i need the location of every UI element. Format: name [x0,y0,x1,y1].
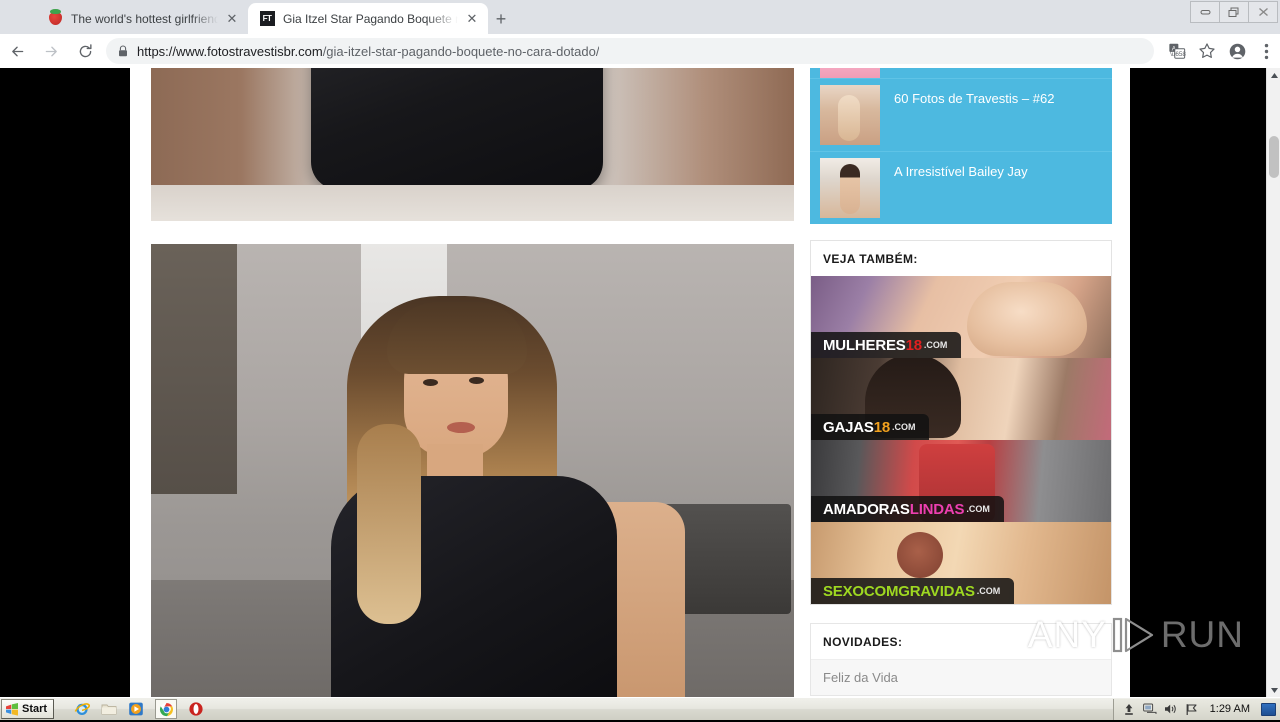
list-item-label: 60 Fotos de Travestis – #62 [880,79,1112,107]
forward-button[interactable] [34,34,68,68]
ft-site-icon: FT [259,11,275,27]
reload-button[interactable] [68,34,102,68]
article-photo-2[interactable] [151,244,794,697]
ad-label-part1: AMADORAS [823,501,910,518]
system-tray: 1:29 AM [1113,699,1280,720]
scrollbar-up-arrow[interactable] [1267,68,1280,82]
translate-icon[interactable]: A \u6587 [1162,34,1192,68]
tab-close-button[interactable]: ✕ [464,11,480,27]
start-button[interactable]: Start [1,699,54,719]
ad-banner-amadoraslindas[interactable]: AMADORASLINDAS.COM [811,440,1111,522]
browser-toolbar: https://www.fotostravestisbr.com/gia-itz… [0,34,1280,68]
veja-tambem-heading: VEJA TAMBÉM: [811,241,1111,276]
ad-label-part2: GRAVIDAS [898,583,974,600]
address-bar[interactable]: https://www.fotostravestisbr.com/gia-itz… [106,38,1154,64]
bookmark-star-icon[interactable] [1192,34,1222,68]
svg-text:\u6587: \u6587 [1170,51,1186,58]
ad-label: SEXOCOMGRAVIDAS.COM [811,578,1014,604]
page-viewport: 60 Fotos de Travestis – #62 A Irresistív… [0,68,1266,697]
novidades-widget: NOVIDADES: Feliz da Vida [810,623,1112,696]
ad-label-part1: SEXOCOM [823,583,898,600]
ad-banner-mulheres18[interactable]: MULHERES18.COM [811,276,1111,358]
profile-avatar-icon[interactable] [1222,34,1252,68]
taskbar: Start [0,697,1280,720]
article-photo-1[interactable] [151,68,794,221]
lock-icon [118,45,128,57]
list-item[interactable]: Feliz da Vida [811,659,1111,695]
ad-label-part1: MULHERES [823,337,906,354]
page-content: 60 Fotos de Travestis – #62 A Irresistív… [130,68,1130,697]
page-scrollbar[interactable] [1266,68,1280,697]
taskbar-clock[interactable]: 1:29 AM [1206,703,1254,715]
strawberry-icon [47,11,63,27]
browser-window: The world's hottest girlfriend porn on ✕… [0,0,1280,697]
url-domain: https://www.fotostravestisbr.com [137,44,323,59]
url-path: /gia-itzel-star-pagando-boquete-no-cara-… [323,44,600,59]
scrollbar-down-arrow[interactable] [1267,683,1280,697]
ad-label-suffix: .COM [977,586,1001,596]
media-player-icon[interactable] [128,701,144,717]
ad-banner-sexocomgravidas[interactable]: SEXOCOMGRAVIDAS.COM [811,522,1111,604]
article-photo-column [151,68,794,697]
scrollbar-thumb[interactable] [1269,136,1279,178]
opera-icon[interactable] [188,701,204,717]
ad-label-part2: 18 [874,419,890,436]
restore-button[interactable] [1219,1,1249,23]
browser-tab-2[interactable]: FT Gia Itzel Star Pagando Boquete no C ✕ [248,3,488,34]
ad-label: AMADORASLINDAS.COM [811,496,1004,522]
network-icon[interactable] [1143,702,1157,716]
minimize-button[interactable] [1190,1,1220,23]
browser-tab-1[interactable]: The world's hottest girlfriend porn on ✕ [36,3,248,34]
chrome-icon[interactable] [155,699,177,719]
volume-icon[interactable] [1164,702,1178,716]
windows-flag-icon [5,703,19,716]
close-button[interactable] [1248,1,1278,23]
internet-explorer-icon[interactable] [74,701,90,717]
ad-label-part1: GAJAS [823,419,874,436]
list-item-label: A Irresistível Bailey Jay [880,152,1112,180]
novidades-heading: NOVIDADES: [811,624,1111,659]
back-button[interactable] [0,34,34,68]
list-item[interactable]: A Irresistível Bailey Jay [810,152,1112,224]
thumbnail [820,158,880,218]
file-explorer-icon[interactable] [101,701,117,717]
three-dot-menu-icon[interactable] [1252,34,1280,68]
new-tab-button[interactable]: + [487,7,515,31]
start-button-label: Start [22,703,47,715]
thumbnail [820,85,880,145]
tab-title: Gia Itzel Star Pagando Boquete no C [283,12,458,26]
ad-label-part2: LINDAS [910,501,965,518]
ad-label-suffix: .COM [924,340,948,350]
safely-remove-icon[interactable] [1122,702,1136,716]
ad-label: MULHERES18.COM [811,332,961,358]
tab-close-button[interactable]: ✕ [224,11,240,27]
tab-strip: The world's hottest girlfriend porn on ✕… [0,0,1280,34]
ad-label-part2: 18 [906,337,922,354]
veja-tambem-widget: VEJA TAMBÉM: MULHERES18.COM GAJAS18.COM [810,240,1112,605]
ad-banner-gajas18[interactable]: GAJAS18.COM [811,358,1111,440]
ad-label-suffix: .COM [966,504,990,514]
ad-label-suffix: .COM [892,422,916,432]
list-item-label [880,68,1112,79]
quick-launch-bar [74,699,204,719]
ad-label: GAJAS18.COM [811,414,929,440]
list-item[interactable] [810,68,1112,79]
tab-title: The world's hottest girlfriend porn on [71,12,218,26]
related-posts-widget: 60 Fotos de Travestis – #62 A Irresistív… [810,68,1112,224]
window-controls [1191,1,1278,23]
sidebar: 60 Fotos de Travestis – #62 A Irresistív… [810,68,1112,696]
url-text: https://www.fotostravestisbr.com/gia-itz… [137,44,599,59]
watermark-run-text: RUN [1161,614,1244,656]
list-item[interactable]: 60 Fotos de Travestis – #62 [810,79,1112,152]
flag-icon[interactable] [1185,702,1199,716]
thumbnail [820,68,880,79]
show-desktop-icon[interactable] [1261,703,1276,716]
